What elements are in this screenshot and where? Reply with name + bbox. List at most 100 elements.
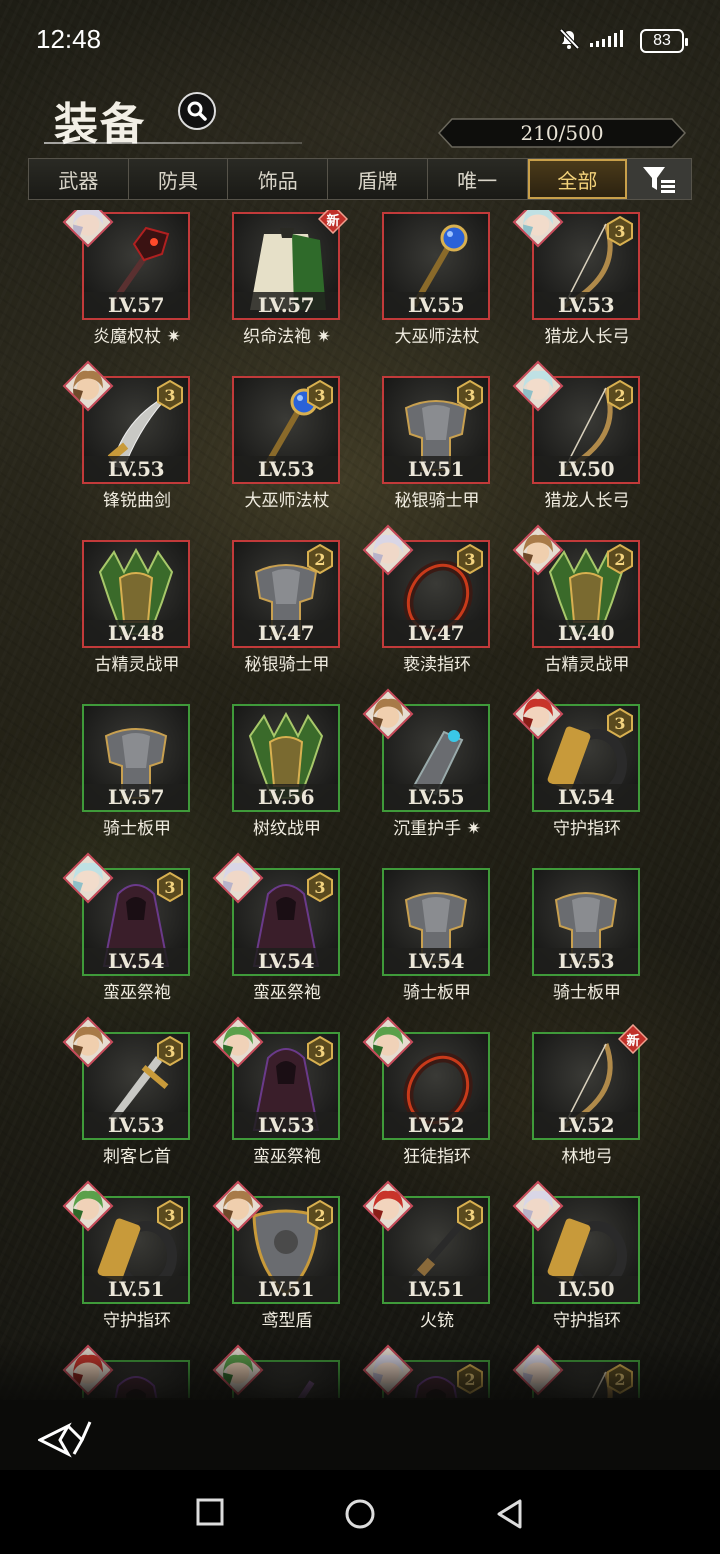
- item-name-text: 蛮巫祭袍: [253, 1147, 321, 1167]
- enhance-count: 3: [164, 1041, 176, 1061]
- item-name: 大巫师法杖: [212, 486, 362, 511]
- enhance-count: 3: [164, 385, 176, 405]
- item-name-text: 林地弓: [561, 1147, 613, 1167]
- status-bar: 12:48 83: [0, 0, 720, 80]
- item-name-text: 守护指环: [553, 819, 621, 839]
- tab-shields[interactable]: 盾牌: [328, 159, 428, 199]
- item-card[interactable]: LV.53 3: [232, 376, 340, 484]
- item-name: 骑士板甲: [362, 978, 512, 1003]
- item-card[interactable]: LV.48: [82, 540, 190, 648]
- item-name: 猎龙人长弓: [512, 322, 662, 347]
- enhance-badge: 3: [156, 380, 184, 410]
- new-badge: 新: [618, 1024, 648, 1054]
- item-name-text: 古精灵战甲: [94, 655, 180, 675]
- enhance-badge: 3: [606, 708, 634, 738]
- enhance-count: 3: [464, 1205, 476, 1225]
- square-icon: [196, 1498, 224, 1526]
- item-card[interactable]: LV.57: [82, 704, 190, 812]
- item-card[interactable]: LV.56: [232, 704, 340, 812]
- item-name: 古精灵战甲: [512, 650, 662, 675]
- enhance-badge: 3: [306, 872, 334, 902]
- item-name-text: 锋锐曲剑: [103, 491, 171, 511]
- enhance-badge: 2: [306, 1200, 334, 1230]
- recent-apps-button[interactable]: [196, 1498, 224, 1530]
- item-level: LV.53: [84, 1112, 188, 1138]
- item-name-text: 鸢型盾: [261, 1311, 313, 1331]
- enhance-count: 2: [314, 1205, 326, 1225]
- item-card[interactable]: LV.51 3: [382, 376, 490, 484]
- item-level: LV.53: [534, 948, 638, 974]
- mute-icon: [558, 28, 580, 54]
- item-level: LV.56: [234, 784, 338, 810]
- item-name: 火铳: [362, 1306, 512, 1331]
- enhance-badge: 3: [306, 1036, 334, 1066]
- item-level: LV.48: [84, 620, 188, 646]
- item-name-text: 亵渎指环: [403, 655, 471, 675]
- tab-armor[interactable]: 防具: [129, 159, 229, 199]
- item-card[interactable]: LV.53: [532, 868, 640, 976]
- item-name: 守护指环: [62, 1306, 212, 1331]
- enhance-count: 3: [464, 385, 476, 405]
- search-button[interactable]: [178, 92, 216, 130]
- item-card[interactable]: LV.54: [382, 868, 490, 976]
- item-level: LV.54: [534, 784, 638, 810]
- item-card[interactable]: LV.55: [382, 212, 490, 320]
- enhance-badge: 3: [156, 1200, 184, 1230]
- enhance-count: 3: [164, 1205, 176, 1225]
- item-name: 秘银骑士甲: [362, 486, 512, 511]
- item-name: 林地弓: [512, 1142, 662, 1167]
- item-level: LV.52: [384, 1112, 488, 1138]
- item-name: 古精灵战甲: [62, 650, 212, 675]
- enhance-badge: 2: [306, 544, 334, 574]
- enhance-count: 3: [614, 713, 626, 733]
- item-level: LV.50: [534, 456, 638, 482]
- item-level: LV.54: [384, 948, 488, 974]
- item-level: LV.54: [234, 948, 338, 974]
- bottom-fade: [0, 1340, 720, 1410]
- item-level: LV.51: [84, 1276, 188, 1302]
- sparkle-icon: ✷: [161, 327, 181, 347]
- enhance-badge: 3: [306, 380, 334, 410]
- signal-icon: [590, 29, 630, 53]
- sparkle-icon: ✷: [461, 819, 481, 839]
- enhance-count: 3: [464, 549, 476, 569]
- item-level: LV.53: [84, 456, 188, 482]
- enhance-badge: 3: [456, 1200, 484, 1230]
- status-icons: 83: [558, 28, 688, 54]
- item-card[interactable]: LV.47 2: [232, 540, 340, 648]
- item-name: 猎龙人长弓: [512, 486, 662, 511]
- new-badge-label: 新: [626, 1033, 640, 1049]
- item-level: LV.50: [534, 1276, 638, 1302]
- tab-accessories[interactable]: 饰品: [228, 159, 329, 199]
- item-name-text: 蛮巫祭袍: [103, 983, 171, 1003]
- item-level: LV.52: [534, 1112, 638, 1138]
- item-name: 守护指环: [512, 814, 662, 839]
- new-badge: 新: [318, 210, 348, 234]
- system-nav-bar: [0, 1470, 720, 1554]
- item-name: 蛮巫祭袍: [62, 978, 212, 1003]
- back-logo-button[interactable]: [36, 1418, 94, 1466]
- item-level: LV.57: [84, 292, 188, 318]
- enhance-count: 2: [614, 549, 626, 569]
- tab-unique[interactable]: 唯一: [428, 159, 528, 199]
- tab-all[interactable]: 全部: [527, 159, 628, 199]
- item-name-text: 树纹战甲: [253, 819, 321, 839]
- enhance-count: 3: [314, 877, 326, 897]
- tab-weapons[interactable]: 武器: [29, 159, 129, 199]
- status-time: 12:48: [36, 24, 102, 54]
- item-name-text: 守护指环: [103, 1311, 171, 1331]
- item-name: 狂徒指环: [362, 1142, 512, 1167]
- home-button[interactable]: [344, 1498, 376, 1534]
- category-tabs: 武器 防具 饰品 盾牌 唯一 全部: [28, 158, 692, 200]
- item-level: LV.57: [234, 292, 338, 318]
- filter-button[interactable]: [627, 159, 692, 199]
- circle-icon: [345, 1499, 375, 1529]
- item-level: LV.53: [234, 1112, 338, 1138]
- back-button[interactable]: [496, 1498, 524, 1534]
- enhance-badge: 2: [606, 380, 634, 410]
- item-name-text: 骑士板甲: [403, 983, 471, 1003]
- item-level: LV.57: [84, 784, 188, 810]
- item-name-text: 狂徒指环: [403, 1147, 471, 1167]
- item-name: 沉重护手 ✷: [362, 814, 512, 839]
- item-level: LV.53: [534, 292, 638, 318]
